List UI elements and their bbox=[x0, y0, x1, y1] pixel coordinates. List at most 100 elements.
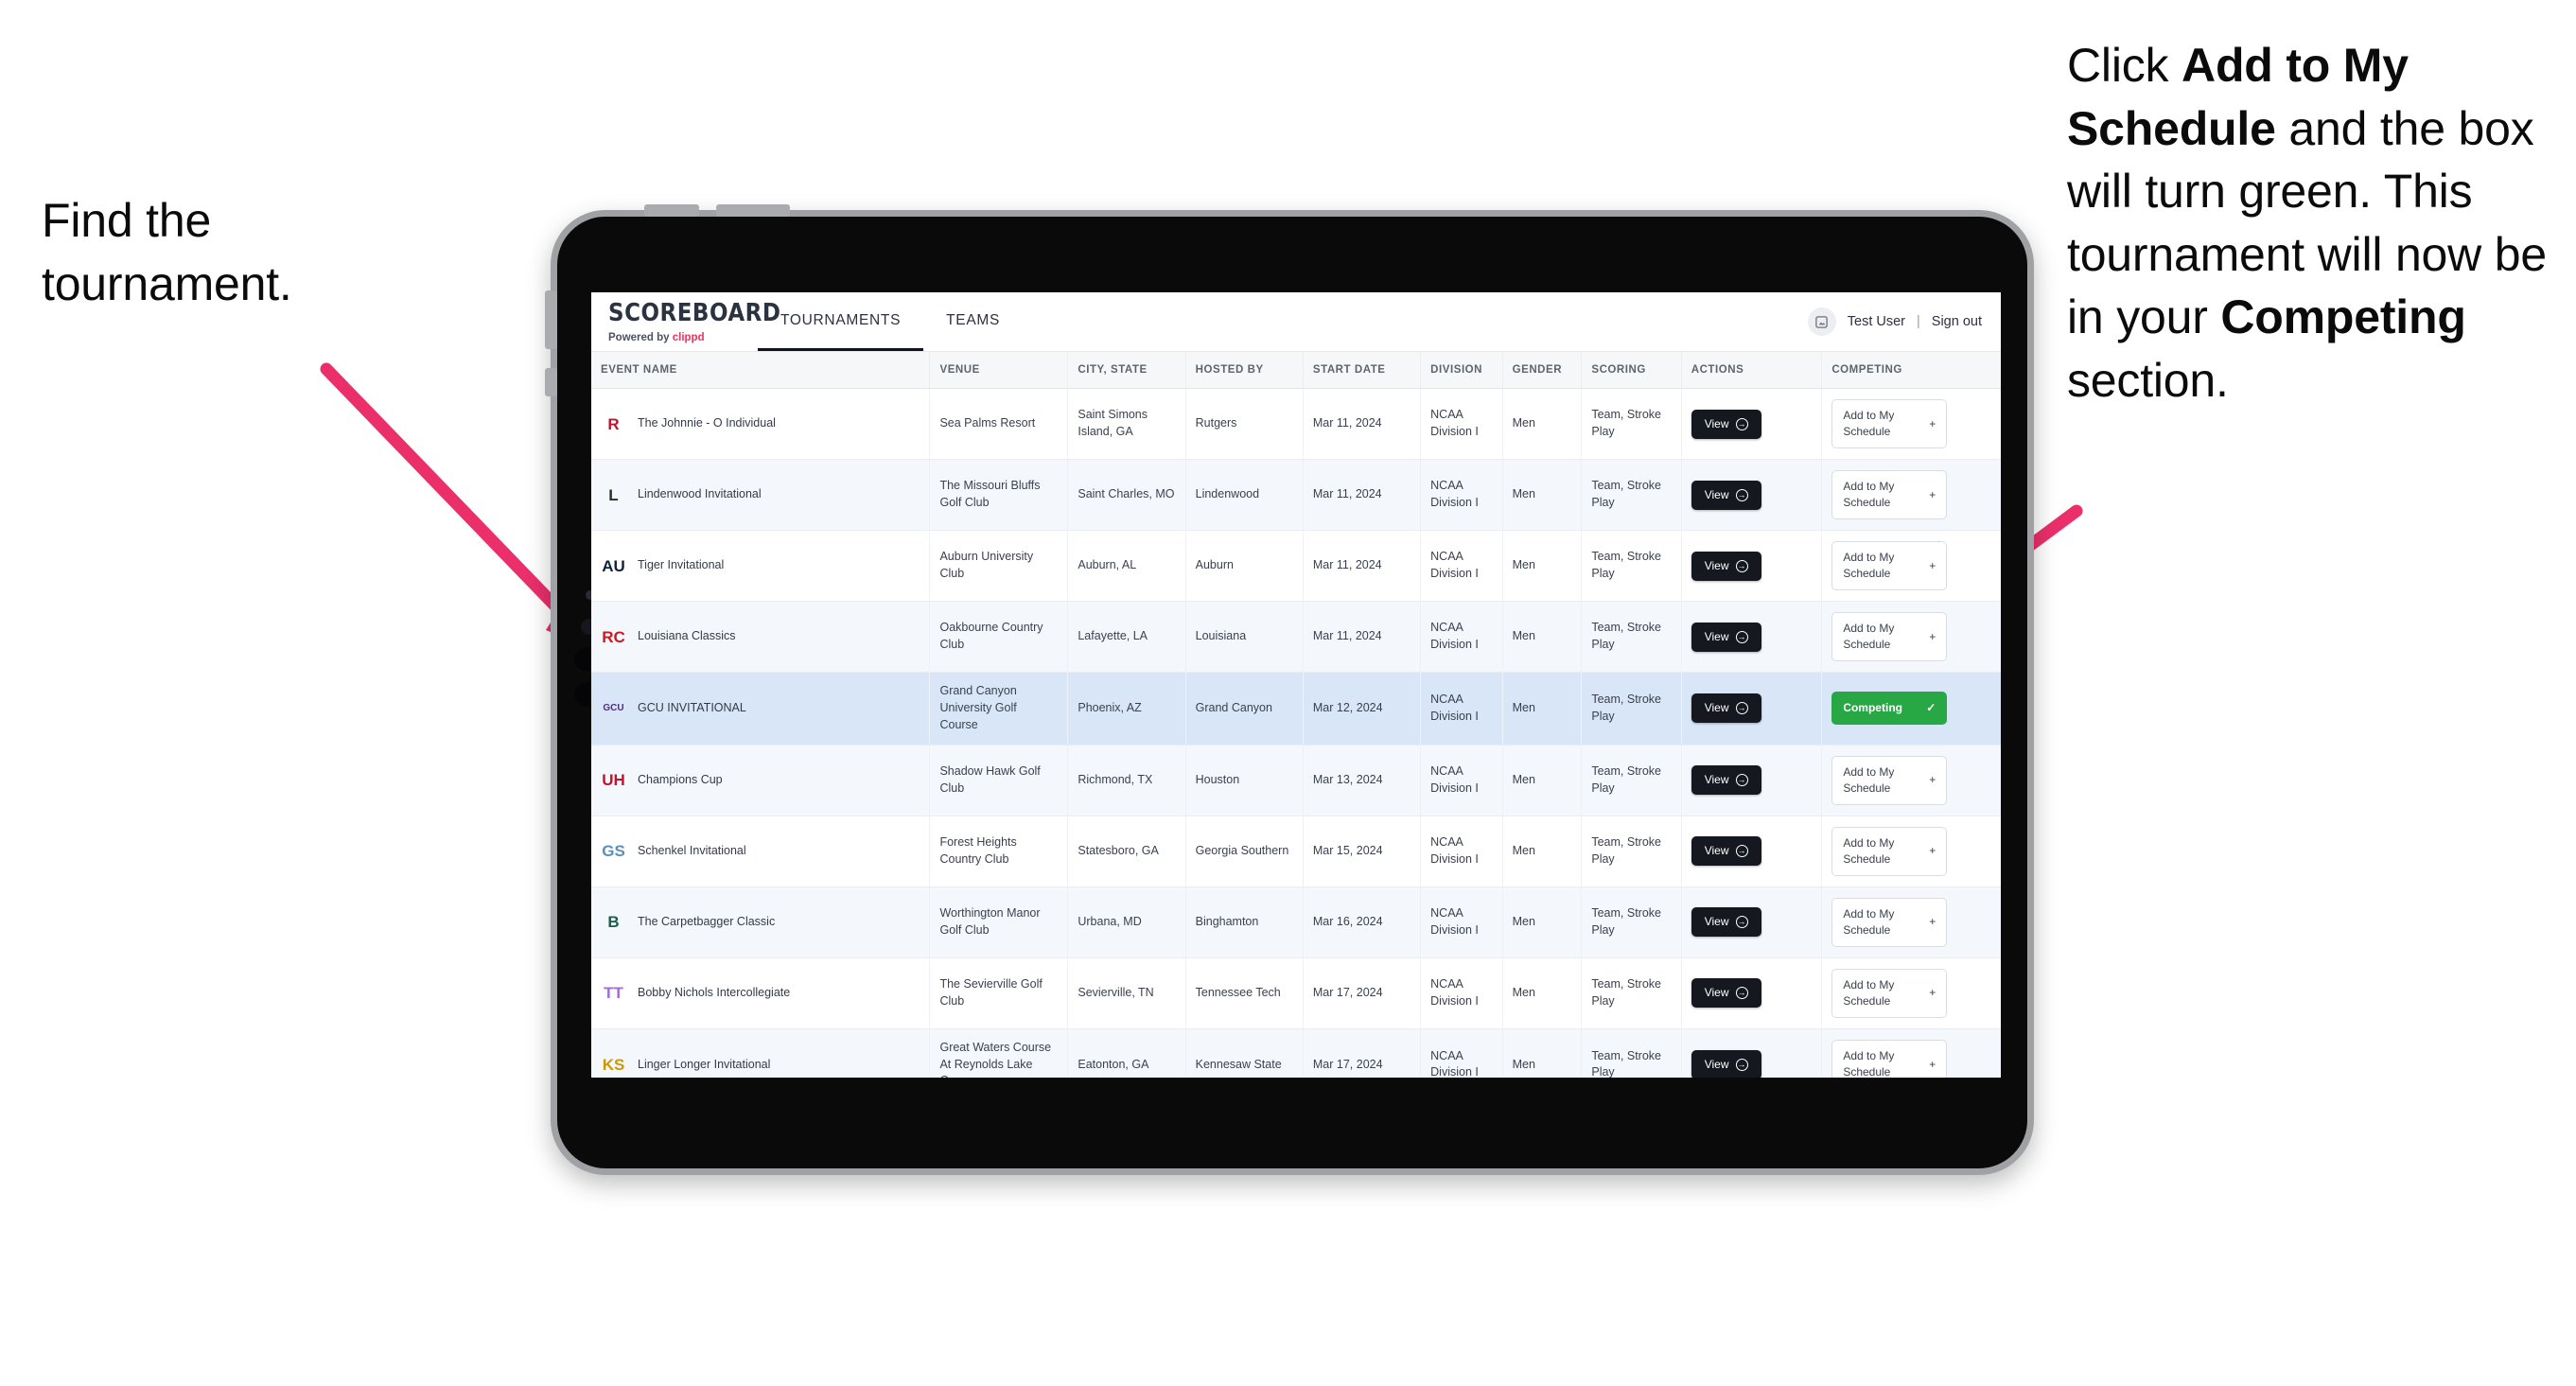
arrow-right-circle-icon: → bbox=[1735, 774, 1748, 787]
cell-scoring: Team, Stroke Play bbox=[1581, 601, 1682, 674]
add-to-my-schedule-button[interactable]: Add to My Schedule + bbox=[1831, 399, 1948, 449]
view-button[interactable]: View → bbox=[1691, 836, 1761, 867]
event-name-label: The Carpetbagger Classic bbox=[638, 914, 776, 928]
view-button[interactable]: View → bbox=[1691, 978, 1761, 1009]
volume-up-button[interactable] bbox=[644, 204, 699, 217]
sign-out-link[interactable]: Sign out bbox=[1932, 314, 1982, 329]
cell-venue: The Sevierville Golf Club bbox=[929, 957, 1069, 1029]
table-row[interactable]: B The Carpetbagger Classic Worthington Man… bbox=[591, 886, 2001, 958]
annotation-right-e: section. bbox=[2067, 353, 2229, 407]
cell-start-date: Mar 11, 2024 bbox=[1303, 459, 1422, 532]
view-button-label: View bbox=[1704, 844, 1729, 858]
view-button-label: View bbox=[1704, 701, 1729, 715]
add-to-my-schedule-button[interactable]: Add to My Schedule + bbox=[1831, 612, 1948, 662]
add-to-my-schedule-label: Add to My Schedule bbox=[1843, 835, 1895, 866]
table-row[interactable]: TT Bobby Nichols Intercollegiate The Sevie… bbox=[591, 957, 2001, 1029]
cell-actions: View → bbox=[1681, 745, 1823, 816]
team-logo-icon: B bbox=[607, 913, 620, 932]
annotation-left-line2: tournament. bbox=[42, 256, 292, 310]
event-name-label: Schenkel Invitational bbox=[638, 843, 746, 857]
tournaments-table-container[interactable]: EVENT NAME VENUE CITY, STATE HOSTED BY S… bbox=[591, 352, 2001, 1078]
col-city-state: CITY, STATE bbox=[1067, 352, 1186, 389]
cell-venue: Grand Canyon University Golf Course bbox=[929, 672, 1069, 746]
plus-icon: + bbox=[1929, 558, 1936, 572]
view-button[interactable]: View → bbox=[1691, 480, 1761, 510]
cell-division: NCAA Division I bbox=[1420, 816, 1503, 887]
cell-event-name: L Lindenwood Invitational bbox=[591, 459, 931, 532]
col-start-date: START DATE bbox=[1303, 352, 1422, 389]
view-button[interactable]: View → bbox=[1691, 765, 1761, 796]
cell-start-date: Mar 17, 2024 bbox=[1303, 1028, 1422, 1078]
view-button[interactable]: View → bbox=[1691, 693, 1761, 724]
cell-city-state: Richmond, TX bbox=[1067, 745, 1186, 816]
table-row[interactable]: AU Tiger Invitational Auburn University Cl… bbox=[591, 530, 2001, 603]
cell-scoring: Team, Stroke Play bbox=[1581, 886, 1682, 958]
view-button[interactable]: View → bbox=[1691, 409, 1761, 439]
arrow-right-circle-icon: → bbox=[1735, 916, 1748, 929]
cell-venue: Oakbourne Country Club bbox=[929, 601, 1069, 674]
cell-city-state: Auburn, AL bbox=[1067, 530, 1186, 603]
cell-hosted-by: Lindenwood bbox=[1185, 459, 1304, 532]
plus-icon: + bbox=[1929, 915, 1936, 929]
add-to-my-schedule-button[interactable]: Add to My Schedule + bbox=[1831, 1040, 1948, 1078]
tab-tournaments[interactable]: TOURNAMENTS bbox=[758, 292, 924, 351]
event-name-label: Lindenwood Invitational bbox=[638, 487, 762, 501]
plus-icon: + bbox=[1929, 629, 1936, 643]
cell-actions: View → bbox=[1681, 530, 1823, 603]
team-logo-icon: RC bbox=[602, 627, 625, 646]
tab-teams[interactable]: TEAMS bbox=[923, 292, 1023, 351]
table-row[interactable]: RC Louisiana Classics Oakbourne Country Cl… bbox=[591, 601, 2001, 674]
table-row[interactable]: L Lindenwood Invitational The Missouri Blu… bbox=[591, 459, 2001, 532]
annotation-left-line1: Find the bbox=[42, 194, 212, 247]
col-competing: COMPETING bbox=[1821, 352, 2001, 389]
brand-logo[interactable]: SCOREBOARD Powered by clippd bbox=[591, 292, 780, 351]
plus-icon: + bbox=[1929, 844, 1936, 858]
cell-division: NCAA Division I bbox=[1420, 886, 1503, 958]
cell-scoring: Team, Stroke Play bbox=[1581, 388, 1682, 461]
table-row[interactable]: GS Schenkel Invitational Forest Heights Co… bbox=[591, 816, 2001, 887]
cell-scoring: Team, Stroke Play bbox=[1581, 816, 1682, 887]
add-to-my-schedule-button[interactable]: Add to My Schedule + bbox=[1831, 755, 1948, 805]
side-button-secondary[interactable] bbox=[545, 368, 557, 396]
cell-gender: Men bbox=[1502, 886, 1583, 958]
competing-badge[interactable]: Competing ✓ bbox=[1831, 692, 1948, 726]
user-avatar-icon[interactable] bbox=[1807, 307, 1836, 336]
add-to-my-schedule-button[interactable]: Add to My Schedule + bbox=[1831, 897, 1948, 947]
cell-event-name: RC Louisiana Classics bbox=[591, 601, 931, 674]
volume-down-button[interactable] bbox=[716, 204, 790, 217]
cell-competing: Add to My Schedule + bbox=[1821, 459, 2001, 532]
cell-city-state: Sevierville, TN bbox=[1067, 957, 1186, 1029]
table-row[interactable]: GCU GCU INVITATIONAL Grand Canyon Universi… bbox=[591, 672, 2001, 746]
table-row[interactable]: R The Johnnie - O Individual Sea Palms Res… bbox=[591, 388, 2001, 461]
view-button[interactable]: View → bbox=[1691, 551, 1761, 581]
cell-event-name: R The Johnnie - O Individual bbox=[591, 388, 931, 461]
add-to-my-schedule-button[interactable]: Add to My Schedule + bbox=[1831, 826, 1948, 876]
team-logo-icon: KS bbox=[602, 1055, 625, 1074]
user-name[interactable]: Test User bbox=[1848, 314, 1905, 329]
event-name-label: GCU INVITATIONAL bbox=[638, 701, 746, 714]
cell-actions: View → bbox=[1681, 957, 1823, 1029]
add-to-my-schedule-button[interactable]: Add to My Schedule + bbox=[1831, 541, 1948, 591]
cell-start-date: Mar 13, 2024 bbox=[1303, 745, 1422, 816]
table-header: EVENT NAME VENUE CITY, STATE HOSTED BY S… bbox=[591, 352, 2001, 389]
plus-icon: + bbox=[1929, 986, 1936, 1000]
power-button[interactable] bbox=[545, 290, 557, 349]
add-to-my-schedule-button[interactable]: Add to My Schedule + bbox=[1831, 470, 1948, 520]
view-button-label: View bbox=[1704, 773, 1729, 787]
view-button[interactable]: View → bbox=[1691, 907, 1761, 938]
team-logo-icon: GS bbox=[602, 842, 625, 861]
table-row[interactable]: UH Champions Cup Shadow Hawk Golf Club Rich… bbox=[591, 745, 2001, 816]
table-row[interactable]: KS Linger Longer Invitational Great Waters… bbox=[591, 1028, 2001, 1078]
cell-competing: Add to My Schedule + bbox=[1821, 530, 2001, 603]
cell-event-name: TT Bobby Nichols Intercollegiate bbox=[591, 957, 931, 1029]
add-to-my-schedule-label: Add to My Schedule bbox=[1843, 977, 1895, 1008]
check-icon: ✓ bbox=[1926, 701, 1936, 715]
add-to-my-schedule-label: Add to My Schedule bbox=[1843, 622, 1895, 652]
add-to-my-schedule-button[interactable]: Add to My Schedule + bbox=[1831, 968, 1948, 1018]
view-button[interactable]: View → bbox=[1691, 622, 1761, 652]
cell-actions: View → bbox=[1681, 816, 1823, 887]
cell-scoring: Team, Stroke Play bbox=[1581, 672, 1682, 746]
view-button-label: View bbox=[1704, 558, 1729, 572]
view-button[interactable]: View → bbox=[1691, 1049, 1761, 1078]
cell-start-date: Mar 16, 2024 bbox=[1303, 886, 1422, 958]
